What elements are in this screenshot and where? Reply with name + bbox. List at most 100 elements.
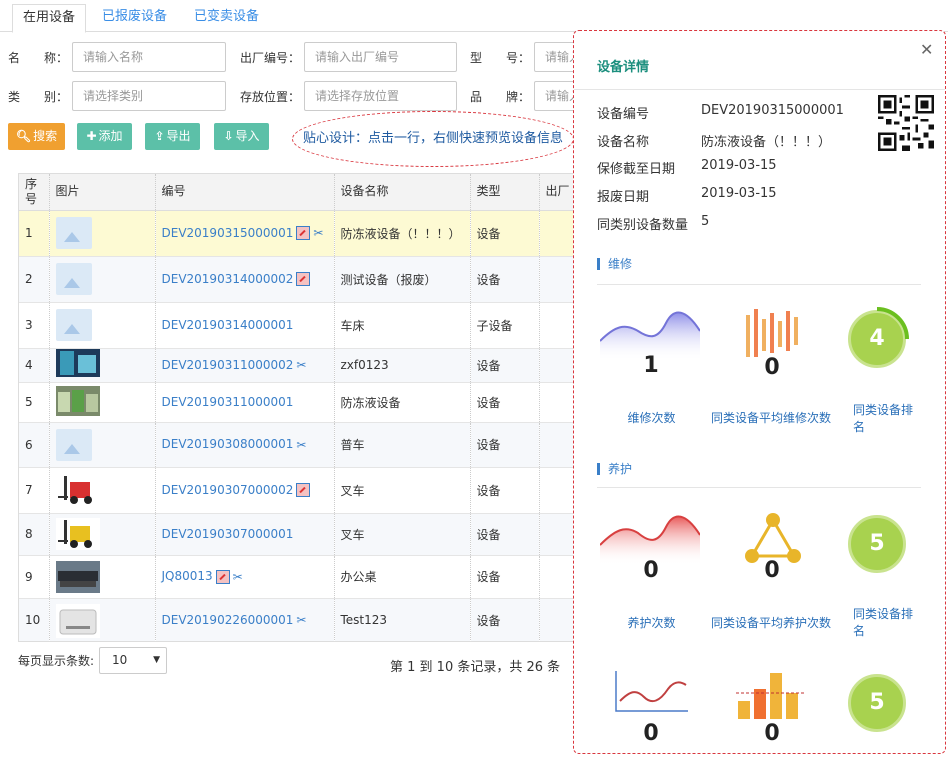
field-warranty-value: 2019-03-15: [701, 158, 777, 173]
table-row[interactable]: 4 DEV20190311000002 ✂ zxf0123 设备: [19, 348, 577, 383]
tab-scrapped[interactable]: 已报废设备: [92, 4, 177, 32]
row-name: 车床: [334, 302, 471, 349]
maint-rank-label: 同类设备排名: [853, 607, 914, 638]
import-button[interactable]: ⇩ 导入: [214, 123, 269, 150]
row-image: [49, 210, 156, 257]
maint-section-title: 养护: [597, 463, 632, 475]
row-code-link[interactable]: DEV20190315000001: [162, 226, 294, 240]
row-code-cell: DEV20190307000001: [155, 513, 335, 556]
row-name: 测试设备（报废）: [334, 256, 471, 303]
col-type: 类型: [470, 174, 540, 211]
page-size-select[interactable]: 10 ▼: [99, 647, 167, 674]
line-chart-icon: [615, 671, 688, 712]
row-code-link[interactable]: DEV20190311000001: [162, 395, 294, 409]
equipment-photo: [55, 604, 100, 638]
maint-count: 0: [643, 558, 659, 583]
tab-in-use[interactable]: 在用设备: [12, 4, 87, 33]
row-name: zxf0123: [334, 348, 471, 383]
row-code-link[interactable]: DEV20190307000001: [162, 527, 294, 541]
field-count-key: 同类别设备数量: [597, 218, 689, 233]
search-button[interactable]: 🔍︎ 搜索: [8, 123, 65, 150]
row-code-cell: DEV20190311000001: [155, 382, 335, 423]
field-name-value: 防冻液设备（！！！）: [701, 135, 832, 150]
row-code-link[interactable]: DEV20190307000002: [162, 483, 294, 497]
row-index: 5: [19, 382, 50, 423]
add-button-label: 添加: [98, 129, 123, 143]
table-row[interactable]: 2 DEV20190314000002 测试设备（报废） 设备: [19, 256, 577, 303]
row-code-cell: DEV20190315000001 ✂: [155, 210, 335, 257]
field-count-value: 5: [701, 214, 710, 229]
repair-flag-icon: [296, 483, 311, 498]
field-scrap-value: 2019-03-15: [701, 186, 777, 201]
serial-input[interactable]: 请输入出厂编号: [304, 42, 457, 72]
row-code-link[interactable]: DEV20190311000002: [162, 358, 294, 372]
export-button[interactable]: ⇪ 导出: [145, 123, 200, 150]
repair-count-label: 维修次数: [627, 411, 676, 425]
close-icon[interactable]: ✕: [920, 40, 933, 59]
filter-row-2: 类 别： 请选择类别 存放位置： 请选择存放位置 品 牌： 请输入: [0, 81, 594, 111]
field-warranty: 保修截至日期 2019-03-15: [597, 158, 777, 177]
row-image: [49, 302, 156, 349]
row-type: 设备: [470, 467, 540, 514]
location-select[interactable]: 请选择存放位置: [304, 81, 457, 111]
row-index: 2: [19, 256, 50, 303]
category-select[interactable]: 请选择类别: [72, 81, 226, 111]
add-button[interactable]: ✚ 添加: [77, 123, 132, 150]
panel-title: 设备详情: [597, 60, 650, 75]
page-size-value: 10: [112, 653, 128, 667]
row-name: 普车: [334, 422, 471, 468]
maint-avg-triangle-icon: [745, 513, 801, 563]
equipment-photo: [55, 474, 100, 506]
image-placeholder-icon: [55, 217, 92, 249]
row-index: 8: [19, 513, 50, 556]
wrench-icon: ✂: [296, 613, 307, 628]
equipment-photo: [55, 349, 100, 381]
row-code-link[interactable]: DEV20190314000001: [162, 318, 294, 332]
tip-callout: 贴心设计：点击一行，右侧快速预览设备信息: [292, 111, 574, 167]
col-image: 图片: [49, 174, 156, 211]
repair-flag-icon: [215, 569, 230, 584]
table-row[interactable]: 10 DEV20190226000001 ✂ Test123 设备: [19, 598, 577, 641]
maint-count-label: 养护次数: [627, 616, 676, 630]
table-row[interactable]: 1 DEV20190315000001 ✂ 防冻液设备（！！！） 设备: [19, 210, 577, 257]
row-code-cell: DEV20190314000001: [155, 302, 335, 349]
equipment-photo: [55, 386, 100, 418]
row-index: 1: [19, 210, 50, 257]
field-count: 同类别设备数量 5: [597, 214, 709, 233]
wrench-icon: ✂: [232, 569, 243, 584]
table-row[interactable]: 8 DEV20190307000001 叉车 设备: [19, 513, 577, 556]
tab-sold[interactable]: 已变卖设备: [184, 4, 269, 32]
export-icon: ⇪: [154, 129, 165, 143]
extra-value-a: 0: [643, 721, 659, 746]
row-code-link[interactable]: DEV20190226000001: [162, 613, 294, 627]
repair-avg-label: 同类设备平均维修次数: [710, 411, 831, 425]
row-code-cell: DEV20190226000001 ✂: [155, 598, 335, 641]
row-code-link[interactable]: DEV20190314000002: [162, 272, 294, 286]
table-row[interactable]: 6 DEV20190308000001 ✂ 普车 设备: [19, 422, 577, 468]
table-row[interactable]: 3 DEV20190314000001 车床 子设备: [19, 302, 577, 349]
name-label: 名 称：: [8, 51, 69, 65]
page-size-label: 每页显示条数:: [18, 654, 95, 668]
row-code-link[interactable]: DEV20190308000001: [162, 437, 294, 451]
col-code: 编号: [155, 174, 335, 211]
import-icon: ⇩: [223, 129, 234, 143]
row-index: 4: [19, 348, 50, 383]
row-image: [49, 422, 156, 468]
search-icon: 🔍︎: [15, 129, 32, 143]
maint-rank-badge: 5: [848, 515, 906, 573]
table-row[interactable]: 5 DEV20190311000001 防冻液设备 设备: [19, 382, 577, 423]
wrench-icon: ✂: [296, 437, 307, 452]
row-code-link[interactable]: JQ80013: [162, 569, 213, 583]
row-name: Test123: [334, 598, 471, 641]
detail-panel: 设备详情 ✕ 设备编号 DEV20190315000001 设备名称 防冻液设备（！…: [573, 30, 946, 754]
row-image: [49, 256, 156, 303]
table-row[interactable]: 7 DEV20190307000002 叉车 设备: [19, 467, 577, 514]
row-type: 设备: [470, 348, 540, 383]
table-row[interactable]: 9 JQ80013 ✂ 办公桌 设备: [19, 555, 577, 599]
qr-code-icon: [878, 95, 934, 151]
extra-rank-badge: 5: [848, 674, 906, 732]
row-type: 设备: [470, 422, 540, 468]
row-type: 设备: [470, 256, 540, 303]
row-code-cell: DEV20190311000002 ✂: [155, 348, 335, 383]
name-input[interactable]: 请输入名称: [72, 42, 226, 72]
